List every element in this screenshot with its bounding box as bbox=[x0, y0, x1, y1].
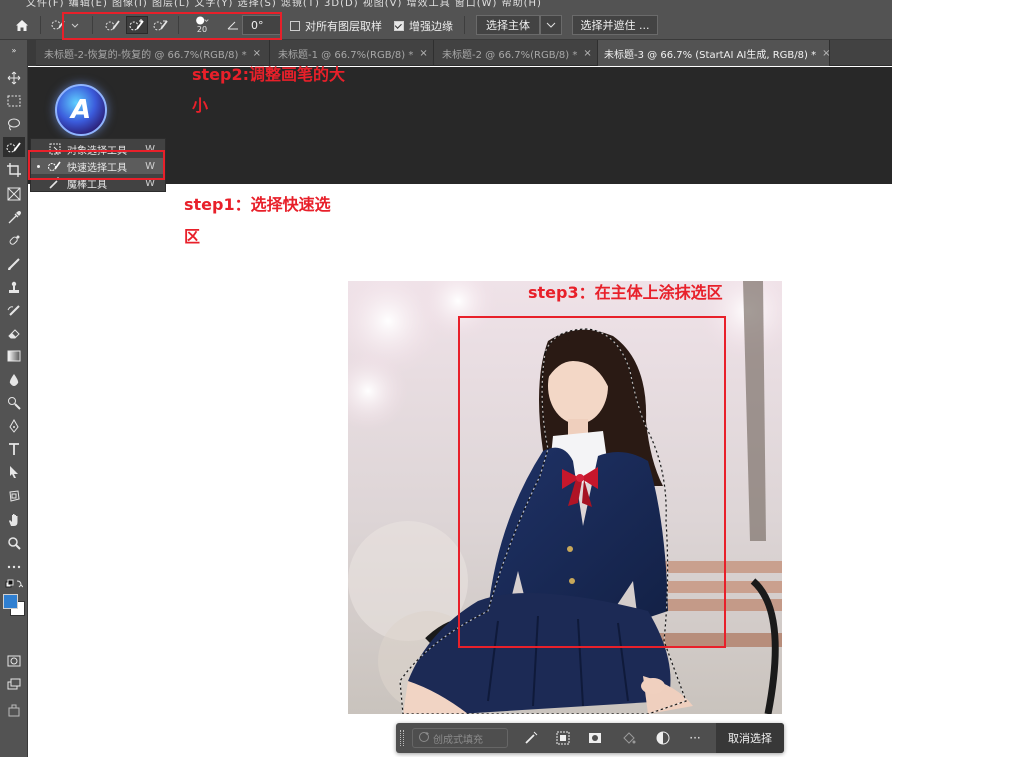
annotation-step3: step3：在主体上涂抹选区 bbox=[528, 283, 723, 302]
foreground-color-swatch[interactable] bbox=[3, 594, 18, 609]
healing-icon[interactable] bbox=[3, 231, 25, 251]
close-icon[interactable]: × bbox=[419, 48, 427, 59]
highlight-quick-select-box bbox=[28, 150, 165, 180]
refine-brush-icon[interactable] bbox=[522, 729, 540, 747]
select-and-mask-button[interactable]: 选择并遮住 ... bbox=[572, 15, 658, 35]
startai-logo[interactable]: A bbox=[55, 84, 107, 136]
screen-mode-icon[interactable] bbox=[3, 674, 25, 694]
eyedropper-icon[interactable] bbox=[3, 208, 25, 228]
close-icon[interactable]: × bbox=[822, 48, 830, 59]
more-options-icon[interactable]: ··· bbox=[686, 729, 704, 747]
close-icon[interactable]: × bbox=[253, 48, 261, 59]
checkbox-box[interactable] bbox=[290, 21, 300, 31]
adjustment-icon[interactable] bbox=[654, 729, 672, 747]
annotation-step1-line1: step1：选择快速选 bbox=[184, 195, 331, 214]
fill-bucket-icon[interactable] bbox=[620, 729, 638, 747]
pen-icon[interactable] bbox=[3, 416, 25, 436]
brush-icon[interactable] bbox=[3, 254, 25, 274]
generative-fill-label: 创成式填充 bbox=[433, 734, 483, 746]
path-select-icon[interactable] bbox=[3, 462, 25, 482]
quick-mask-icon[interactable] bbox=[3, 651, 25, 671]
select-subject-button[interactable]: 选择主体 bbox=[476, 15, 540, 35]
zoom-icon[interactable] bbox=[3, 533, 25, 553]
deselect-button[interactable]: 取消选择 bbox=[716, 723, 784, 753]
move-icon[interactable] bbox=[3, 68, 25, 88]
blur-icon[interactable] bbox=[3, 370, 25, 390]
highlight-options-box bbox=[62, 12, 282, 40]
more-tools-icon[interactable] bbox=[3, 557, 25, 577]
tools-panel: » bbox=[0, 40, 28, 757]
photoshop-window: 文件(F) 编辑(E) 图像(I) 图层(L) 文字(Y) 选择(S) 滤镜(T… bbox=[0, 0, 1024, 757]
dodge-icon[interactable] bbox=[3, 393, 25, 413]
chevron-down-icon bbox=[546, 22, 556, 28]
tab-doc-4-active[interactable]: 未标题-3 @ 66.7% (StartAI AI生成, RGB/8) * × bbox=[598, 40, 830, 66]
home-icon[interactable] bbox=[12, 16, 32, 34]
enhance-edge-label: 增强边缘 bbox=[409, 20, 453, 33]
menu-text[interactable]: 文件(F) 编辑(E) 图像(I) 图层(L) 文字(Y) 选择(S) 滤镜(T… bbox=[26, 0, 542, 9]
history-brush-icon[interactable] bbox=[3, 301, 25, 321]
crop-icon[interactable] bbox=[3, 160, 25, 180]
document-tabs: » 未标题-2-恢复的-恢复的 @ 66.7%(RGB/8) *× 未标题-1 … bbox=[0, 40, 892, 66]
contextual-task-bar: 创成式填充 ··· 取消选择 bbox=[396, 723, 784, 753]
checkbox-box-checked[interactable] bbox=[394, 21, 404, 31]
highlight-subject-box bbox=[458, 316, 726, 648]
gradient-icon[interactable] bbox=[3, 346, 25, 366]
shape-icon[interactable] bbox=[3, 486, 25, 506]
mask-icon[interactable] bbox=[586, 729, 604, 747]
tab-label: 未标题-2 @ 66.7%(RGB/8) * bbox=[442, 49, 578, 61]
stamp-icon[interactable] bbox=[3, 278, 25, 298]
generative-fill-button[interactable]: 创成式填充 bbox=[412, 728, 508, 748]
logo-letter: A bbox=[70, 95, 92, 125]
separator bbox=[40, 16, 41, 34]
hand-icon[interactable] bbox=[3, 510, 25, 530]
tab-doc-3[interactable]: 未标题-2 @ 66.7%(RGB/8) * × bbox=[436, 40, 598, 66]
toolbar-collapse[interactable]: » bbox=[3, 44, 25, 56]
quick-select-icon[interactable] bbox=[3, 137, 25, 157]
menu-bar: 文件(F) 编辑(E) 图像(I) 图层(L) 文字(Y) 选择(S) 滤镜(T… bbox=[0, 0, 892, 10]
annotation-step1-line2: 区 bbox=[184, 227, 201, 246]
lasso-icon[interactable] bbox=[3, 114, 25, 134]
sample-all-layers-checkbox[interactable]: 对所有图层取样 bbox=[290, 18, 382, 34]
annotation-step2-line2: 小 bbox=[192, 96, 209, 115]
annotation-step2-line1: step2:调整画笔的大 bbox=[192, 65, 346, 84]
frame-icon[interactable] bbox=[3, 184, 25, 204]
swap-colors-icon[interactable] bbox=[3, 578, 25, 592]
eraser-icon[interactable] bbox=[3, 324, 25, 344]
tab-label: 未标题-3 @ 66.7% (StartAI AI生成, RGB/8) * bbox=[604, 49, 817, 61]
invert-selection-icon[interactable] bbox=[554, 729, 572, 747]
type-icon[interactable] bbox=[3, 439, 25, 459]
marquee-icon[interactable] bbox=[3, 91, 25, 111]
close-icon[interactable]: × bbox=[583, 48, 591, 59]
sparkle-icon bbox=[418, 731, 430, 746]
select-subject-dropdown[interactable] bbox=[540, 15, 562, 35]
enhance-edge-checkbox[interactable]: 增强边缘 bbox=[394, 18, 453, 34]
plugin-icon[interactable] bbox=[3, 700, 25, 720]
drag-handle[interactable] bbox=[400, 730, 404, 746]
separator bbox=[464, 16, 465, 34]
sample-all-layers-label: 对所有图层取样 bbox=[305, 20, 382, 33]
